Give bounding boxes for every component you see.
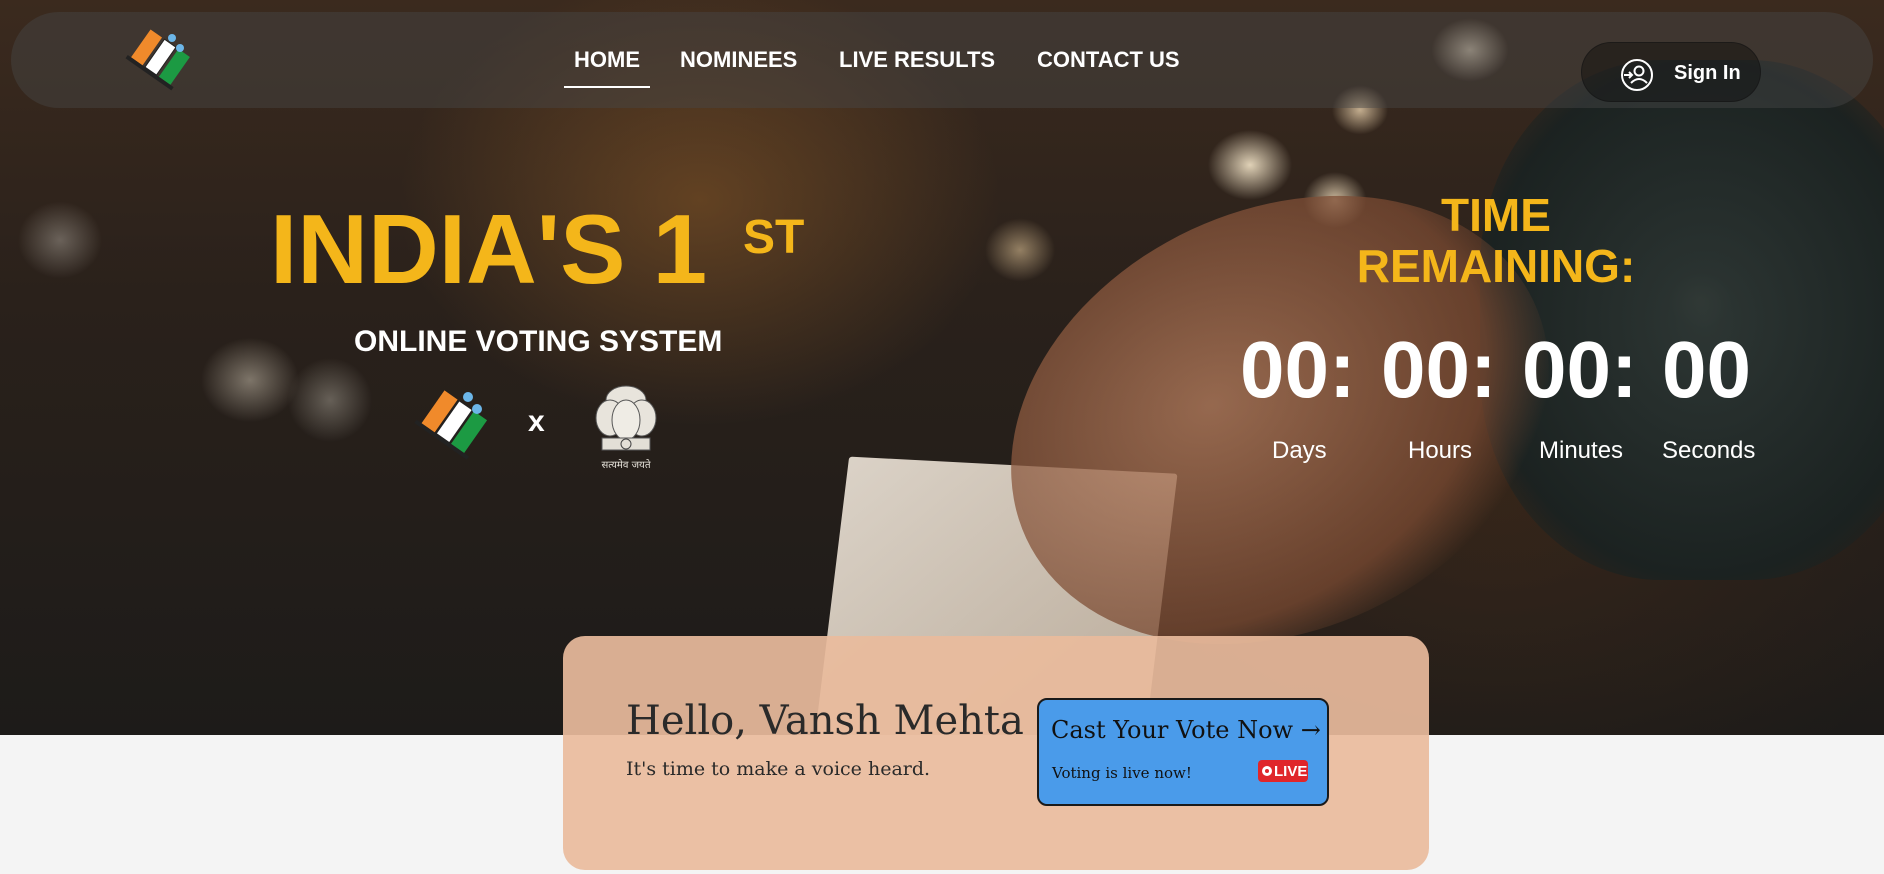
countdown-title-line1: TIME xyxy=(1441,189,1551,241)
countdown-days-value: 00: xyxy=(1240,325,1356,414)
nav-nominees[interactable]: NOMINEES xyxy=(680,47,797,73)
live-badge: LIVE xyxy=(1258,760,1308,782)
hero-title: INDIA'S 1 xyxy=(270,194,708,304)
countdown-seconds-value: 00 xyxy=(1662,325,1751,414)
countdown-hours-value: 00: xyxy=(1381,325,1497,414)
cast-vote-label: Cast Your Vote Now → xyxy=(1051,716,1321,744)
sign-in-button[interactable]: Sign In xyxy=(1581,42,1761,102)
nav-contact-us[interactable]: CONTACT US xyxy=(1037,47,1180,73)
countdown-days-label: Days xyxy=(1272,437,1327,464)
nav-live-results[interactable]: LIVE RESULTS xyxy=(839,47,995,73)
greeting-card: Hello, Vansh Mehta It's time to make a v… xyxy=(563,636,1429,870)
emblem-caption: सत्यमेव जयते xyxy=(601,459,650,471)
eci-logo-icon xyxy=(412,385,492,470)
collaboration-separator: x xyxy=(528,405,545,438)
cast-vote-button[interactable]: Cast Your Vote Now → Voting is live now!… xyxy=(1037,698,1329,806)
greeting-subtitle: It's time to make a voice heard. xyxy=(626,758,931,780)
sign-in-label: Sign In xyxy=(1674,62,1741,84)
countdown-seconds-label: Seconds xyxy=(1662,437,1756,464)
countdown-hours-label: Hours xyxy=(1408,437,1473,464)
hero-subtitle: ONLINE VOTING SYSTEM xyxy=(354,325,723,358)
countdown-title: TIME REMAINING: xyxy=(1340,190,1652,291)
hero-title-superscript: ST xyxy=(743,211,805,264)
national-emblem-icon: सत्यमेव जयते xyxy=(580,378,672,479)
nav-home[interactable]: HOME xyxy=(564,47,650,88)
eci-logo-icon[interactable] xyxy=(124,26,204,106)
live-badge-label: LIVE xyxy=(1274,763,1308,780)
user-login-icon xyxy=(1620,58,1654,97)
live-dot-icon xyxy=(1262,766,1272,776)
navbar: HOME NOMINEES LIVE RESULTS CONTACT US Si… xyxy=(11,12,1873,108)
countdown-minutes-label: Minutes xyxy=(1539,437,1624,464)
voting-status-text: Voting is live now! xyxy=(1052,764,1192,782)
countdown-title-line2: REMAINING: xyxy=(1356,239,1636,292)
greeting-title: Hello, Vansh Mehta xyxy=(626,698,1024,744)
countdown-minutes-value: 00: xyxy=(1522,325,1638,414)
